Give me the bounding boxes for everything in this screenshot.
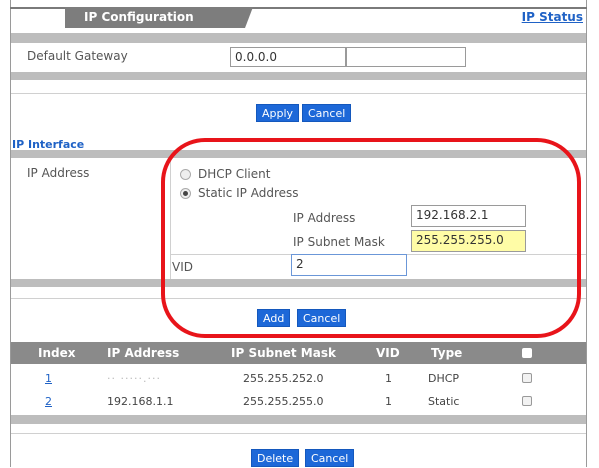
ip-status-link[interactable]: IP Status: [522, 10, 583, 24]
highlight-ring: [161, 138, 581, 338]
row-subnet-mask: 255.255.252.0: [243, 372, 324, 385]
table-header: Index IP Address IP Subnet Mask VID Type: [11, 342, 586, 364]
row-checkbox[interactable]: [522, 373, 532, 383]
row-vid: 1: [385, 372, 392, 385]
column-header: VID: [376, 346, 400, 360]
row-type: DHCP: [428, 372, 460, 385]
gray-band: [11, 72, 586, 80]
column-header: IP Address: [107, 346, 180, 360]
ip-address-label: IP Address: [27, 166, 90, 180]
column-header: Index: [38, 346, 76, 360]
row-index-link[interactable]: 1: [45, 372, 52, 385]
column-header: Type: [431, 346, 463, 360]
apply-button[interactable]: Apply: [256, 104, 300, 122]
cancel-button[interactable]: Cancel: [305, 449, 355, 467]
default-gateway-input[interactable]: 0.0.0.0: [230, 47, 346, 67]
gray-band: [11, 415, 586, 424]
tab-ip-configuration[interactable]: IP Configuration: [65, 7, 245, 28]
select-all-checkbox[interactable]: [522, 348, 532, 358]
row-type: Static: [428, 395, 460, 408]
default-gateway-label: Default Gateway: [27, 49, 128, 63]
row-ip: ·· ·····.···: [107, 372, 161, 385]
divider: [11, 433, 586, 434]
row-subnet-mask: 255.255.255.0: [243, 395, 324, 408]
default-gateway-extension: [346, 47, 466, 67]
divider: [11, 93, 586, 94]
cancel-button[interactable]: Cancel: [302, 104, 352, 122]
gray-band: [11, 33, 586, 43]
row-index-link[interactable]: 2: [45, 395, 52, 408]
delete-button[interactable]: Delete: [251, 449, 300, 467]
column-header: IP Subnet Mask: [231, 346, 336, 360]
row-vid: 1: [385, 395, 392, 408]
row-ip: 192.168.1.1: [107, 395, 174, 408]
row-checkbox[interactable]: [522, 396, 532, 406]
